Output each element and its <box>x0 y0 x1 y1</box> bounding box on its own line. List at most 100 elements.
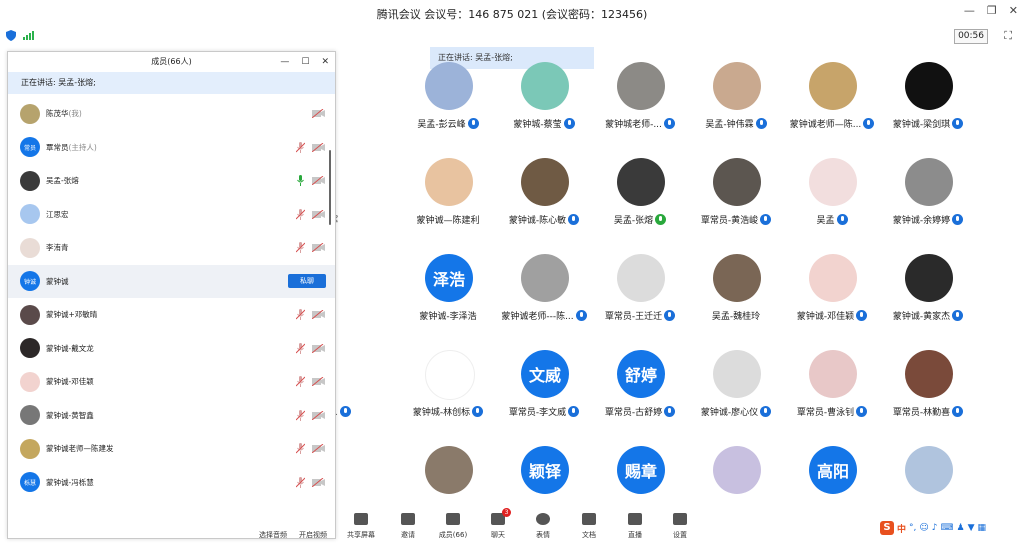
participant-tile[interactable]: 覃常员-曹泳钊 <box>784 350 880 440</box>
member-name: 江思宏 <box>46 209 69 219</box>
toolbar-chat-button[interactable]: 3 聊天 <box>475 508 521 540</box>
toolbar-share-screen-button[interactable]: 共享屏幕 <box>338 510 384 540</box>
private-chat-button[interactable]: 私聊 <box>288 274 326 289</box>
participant-tile[interactable]: 蒙钟诚-廖心仪 <box>688 350 784 440</box>
mic-muted-icon[interactable] <box>296 443 305 455</box>
member-row[interactable]: 蒙钟诚-邓佳颖 <box>8 365 335 399</box>
toolbar-label: 开启视频 <box>299 531 327 539</box>
toolbar-document-button[interactable]: 文档 <box>566 510 612 540</box>
member-list-scrollbar[interactable] <box>329 150 331 225</box>
participant-tile[interactable]: 文威 覃常员-李文威 <box>496 350 592 440</box>
member-row[interactable]: 栎慧 蒙钟诚-冯栎慧 <box>8 466 335 500</box>
member-row[interactable]: 钟诚 蒙钟诚 私聊 <box>8 264 335 298</box>
camera-off-icon[interactable] <box>312 109 325 119</box>
toolbar-settings-button[interactable]: 设置 <box>657 510 703 540</box>
fullscreen-icon[interactable]: ⛶ <box>1004 29 1012 43</box>
camera-off-icon[interactable] <box>312 209 325 219</box>
mic-muted-icon[interactable] <box>296 376 305 388</box>
camera-off-icon[interactable] <box>312 444 325 454</box>
participant-tile[interactable]: 吴孟 <box>784 158 880 248</box>
keyboard-icon[interactable]: ⌨ <box>941 523 954 533</box>
camera-off-icon[interactable] <box>312 142 325 152</box>
close-icon[interactable]: ✕ <box>1009 4 1018 17</box>
member-row[interactable]: 江思宏 <box>8 198 335 232</box>
mic-muted-icon[interactable] <box>296 309 305 321</box>
participant-tile[interactable]: 泽浩 蒙钟诚-李泽浩 <box>400 254 496 344</box>
emoji-ime-icon[interactable]: ☺ <box>919 523 928 533</box>
member-name-group: 覃常员(主持人) <box>46 142 97 153</box>
participant-tile[interactable]: 蒙钟诚-余婷婷 <box>880 158 976 248</box>
mic-muted-icon[interactable] <box>296 409 305 421</box>
participant-tile[interactable]: 吴孟-钟伟霖 <box>688 62 784 152</box>
member-avatar <box>20 103 40 124</box>
toolbar-label: 文档 <box>582 531 596 539</box>
participant-tile[interactable]: 蒙钟诚-陈心敏 <box>496 158 592 248</box>
member-avatar <box>20 170 40 191</box>
shield-icon[interactable] <box>6 30 16 41</box>
minimize-icon[interactable]: — <box>964 4 975 17</box>
participant-avatar <box>425 158 473 206</box>
mic-on-icon[interactable] <box>296 175 305 187</box>
participant-tile[interactable]: 蒙钟城-林创标 <box>400 350 496 440</box>
member-name: 蒙钟诚-戴文龙 <box>46 343 94 353</box>
sogou-logo[interactable]: S <box>880 521 894 535</box>
member-row[interactable]: 陈茂华(我) <box>8 97 335 131</box>
participant-tile[interactable]: 蒙钟诚老师---陈... <box>496 254 592 344</box>
camera-off-icon[interactable] <box>312 243 325 253</box>
participant-tile[interactable]: 覃常员-林勤喜 <box>880 350 976 440</box>
member-name-group: 蒙钟诚-冯栎慧 <box>46 477 94 488</box>
camera-off-icon[interactable] <box>312 343 325 353</box>
skin-icon[interactable]: ▼ <box>968 523 975 533</box>
participant-avatar <box>905 158 953 206</box>
camera-off-icon[interactable] <box>312 377 325 387</box>
participant-tile[interactable]: 蒙钟城-蔡莹 <box>496 62 592 152</box>
mic-muted-icon[interactable] <box>296 476 305 488</box>
panel-minimize-icon[interactable]: — <box>280 52 289 72</box>
toolbar-emoji-button[interactable]: 表情 <box>520 510 566 540</box>
toolbox-icon[interactable]: ▦ <box>978 523 987 533</box>
member-row[interactable]: 蒙钟诚-戴文龙 <box>8 332 335 366</box>
participant-tile[interactable]: 舒婷 覃常员-古舒婷 <box>592 350 688 440</box>
participant-tile[interactable]: 蒙钟城老师-... <box>592 62 688 152</box>
mic-muted-icon[interactable] <box>296 141 305 153</box>
participant-tile[interactable]: 蒙钟诚—陈建利 <box>400 158 496 248</box>
participant-tile[interactable]: 吴孟-彭云峰 <box>400 62 496 152</box>
toolbar-video-button[interactable]: 开启视频 <box>290 510 336 540</box>
mic-muted-icon[interactable] <box>296 242 305 254</box>
mic-muted-icon[interactable] <box>296 342 305 354</box>
toolbar-members-button[interactable]: 成员(66) <box>430 510 476 540</box>
participant-tile[interactable]: 覃常员-黄浩峻 <box>688 158 784 248</box>
participant-name: 蒙钟诚-黄家杰 <box>892 312 951 322</box>
panel-maximize-icon[interactable]: ☐ <box>301 52 309 72</box>
restore-icon[interactable]: ❐ <box>987 4 997 17</box>
member-row[interactable]: 吴孟-张熔 <box>8 164 335 198</box>
member-name-group: 蒙钟诚老师—陈建发 <box>46 443 114 454</box>
ime-lang[interactable]: 中 <box>897 522 906 535</box>
signal-strength-icon[interactable] <box>23 31 34 40</box>
member-row[interactable]: 蒙钟诚-黄智鑫 <box>8 399 335 433</box>
voice-ime-icon[interactable]: ♪ <box>932 523 938 533</box>
mic-muted-icon[interactable] <box>296 208 305 220</box>
camera-off-icon[interactable] <box>312 410 325 420</box>
camera-off-icon[interactable] <box>312 477 325 487</box>
panel-close-icon[interactable]: ✕ <box>321 52 329 72</box>
mic-icon <box>467 118 479 129</box>
camera-off-icon[interactable] <box>312 176 325 186</box>
participant-tile[interactable]: 蒙钟诚-梁剑琪 <box>880 62 976 152</box>
member-row[interactable]: 常员 覃常员(主持人) <box>8 131 335 165</box>
camera-off-icon[interactable] <box>312 310 325 320</box>
member-row[interactable]: 李洧青 <box>8 231 335 265</box>
participant-tile[interactable]: 覃常员-王迁迁 <box>592 254 688 344</box>
participant-tile[interactable]: 蒙钟诚-黄家杰 <box>880 254 976 344</box>
user-icon[interactable]: ♟ <box>957 523 965 533</box>
participant-tile[interactable]: 蒙钟诚-邓佳颖 <box>784 254 880 344</box>
toolbar-invite-button[interactable]: 邀请 <box>385 510 431 540</box>
member-row[interactable]: 蒙钟诚+邓敏晴 <box>8 298 335 332</box>
participant-tile[interactable]: 蒙钟诚老师—陈... <box>784 62 880 152</box>
participant-tile[interactable]: 高阳 <box>784 446 880 536</box>
participant-tile[interactable]: 吴孟-张熔 <box>592 158 688 248</box>
participant-tile[interactable]: 吴孟-魏桂玲 <box>688 254 784 344</box>
toolbar-live-button[interactable]: 直播 <box>612 510 658 540</box>
punctuation-icon[interactable]: °, <box>909 523 916 533</box>
member-row[interactable]: 蒙钟诚老师—陈建发 <box>8 432 335 466</box>
